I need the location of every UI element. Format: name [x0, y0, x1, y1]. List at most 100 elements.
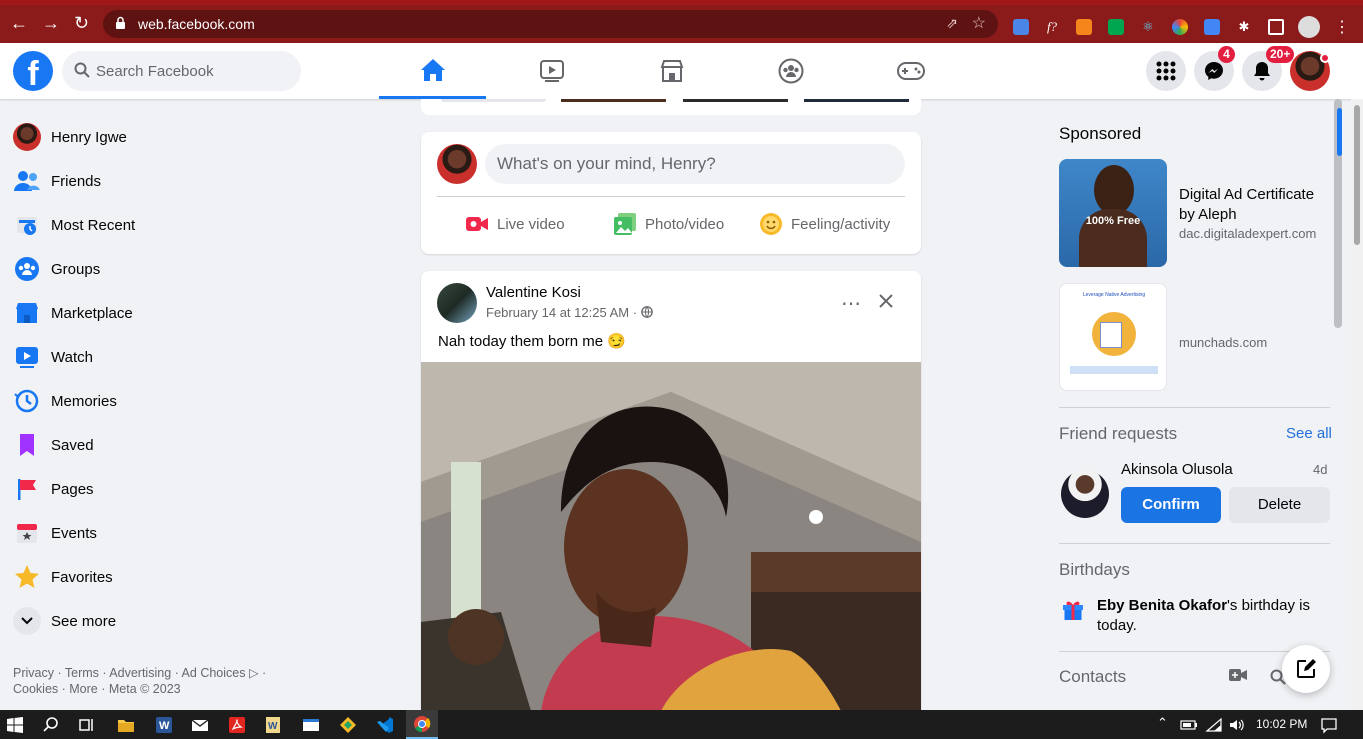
composer-input[interactable]: What's on your mind, Henry?: [485, 144, 905, 184]
task-view-icon[interactable]: [78, 716, 96, 734]
notifications-button[interactable]: 20+: [1242, 46, 1295, 91]
acrobat-icon[interactable]: [228, 716, 246, 734]
post-author-name[interactable]: Valentine Kosi: [486, 284, 581, 301]
extension-blue-icon[interactable]: [1204, 19, 1220, 35]
file-explorer-icon[interactable]: [117, 716, 135, 734]
tab-groups[interactable]: [737, 43, 844, 99]
sidebar-item-marketplace[interactable]: Marketplace: [13, 293, 133, 333]
new-message-button[interactable]: [1282, 645, 1330, 693]
windows-start-icon[interactable]: [6, 716, 24, 734]
vscode-icon[interactable]: [376, 716, 394, 734]
taskbar-search-icon[interactable]: [42, 716, 60, 734]
delete-button[interactable]: Delete: [1229, 487, 1330, 523]
facebook-logo[interactable]: f: [13, 51, 53, 91]
photo-icon: [614, 213, 636, 235]
chrome-taskbar-button[interactable]: [406, 710, 438, 739]
messenger-icon: [1205, 62, 1223, 80]
app-window-icon[interactable]: [302, 716, 320, 734]
side-panel-icon[interactable]: [1268, 19, 1284, 35]
battery-icon[interactable]: [1180, 716, 1198, 734]
extension-metamask-icon[interactable]: [1076, 19, 1092, 35]
tab-marketplace[interactable]: [618, 43, 725, 99]
footer-line[interactable]: Cookies · More · Meta © 2023: [13, 681, 283, 697]
ad-thumbnail[interactable]: Leverage Native Advertising: [1059, 283, 1167, 391]
back-arrow-icon[interactable]: ←: [10, 13, 28, 34]
post-close-icon[interactable]: [878, 293, 894, 309]
extension-color-icon[interactable]: [1172, 19, 1188, 35]
feeling-activity-button[interactable]: Feeling/activity: [759, 210, 890, 238]
tab-gaming[interactable]: [857, 43, 964, 99]
extension-formula-icon[interactable]: f?: [1044, 19, 1060, 35]
post-timestamp[interactable]: February 14 at 12:25 AM ·: [486, 305, 653, 320]
post-more-options-icon[interactable]: ⋯: [841, 291, 862, 316]
tab-watch[interactable]: [498, 43, 605, 99]
ad-domain[interactable]: dac.digitaladexpert.com: [1179, 226, 1316, 241]
create-post-card: What's on your mind, Henry? Live video P…: [421, 132, 921, 254]
birthday-person-name[interactable]: Eby Benita Okafor: [1097, 597, 1227, 614]
ad-thumb-text: Leverage Native Advertising: [1082, 292, 1146, 298]
footer-line[interactable]: Privacy · Terms · Advertising · Ad Choic…: [13, 665, 283, 681]
search-input[interactable]: [96, 51, 296, 91]
extension-docs-icon[interactable]: [1013, 19, 1029, 35]
grid-menu-icon: [1156, 61, 1176, 81]
browser-menu-icon[interactable]: ⋮: [1334, 17, 1350, 37]
composer-avatar[interactable]: [437, 144, 477, 184]
menu-button[interactable]: [1146, 51, 1186, 91]
ad-domain[interactable]: munchads.com: [1179, 335, 1267, 350]
notification-center-icon[interactable]: [1320, 716, 1338, 734]
friend-request-name[interactable]: Akinsola Olusola: [1121, 461, 1233, 478]
chevron-down-icon: [21, 617, 33, 625]
url-text[interactable]: web.facebook.com: [138, 16, 255, 32]
sponsored-heading: Sponsored: [1059, 124, 1142, 143]
sidebar-item-memories[interactable]: Memories: [13, 381, 117, 421]
mail-icon[interactable]: [191, 716, 209, 734]
sidebar-item-events[interactable]: Events: [13, 513, 97, 553]
see-all-link[interactable]: See all: [1286, 425, 1332, 442]
feeling-smile-icon: [760, 213, 782, 235]
groups-icon: [15, 257, 39, 281]
sidebar-item-saved[interactable]: Saved: [13, 425, 94, 465]
photo-video-button[interactable]: Photo/video: [613, 210, 724, 238]
sidebar-item-pages[interactable]: Pages: [13, 469, 94, 509]
new-room-video-icon[interactable]: [1229, 668, 1247, 682]
volume-icon[interactable]: [1228, 716, 1246, 734]
address-bar[interactable]: web.facebook.com ⇗ ☆: [103, 10, 998, 38]
reload-icon[interactable]: ↻: [74, 13, 89, 34]
forward-arrow-icon[interactable]: →: [42, 13, 60, 34]
sidebar-item-watch[interactable]: Watch: [13, 337, 93, 377]
tab-home[interactable]: [379, 43, 486, 99]
wordpad-icon[interactable]: W: [264, 716, 282, 734]
search-box[interactable]: [62, 51, 301, 91]
sidebar-item-groups[interactable]: Groups: [13, 249, 100, 289]
sidebar-item-label: Favorites: [51, 568, 113, 586]
stories-strip[interactable]: [421, 99, 921, 115]
diamond-app-icon[interactable]: [339, 716, 357, 734]
sidebar-item-see-more[interactable]: See more: [13, 601, 116, 641]
bookmark-star-icon[interactable]: ☆: [972, 13, 986, 33]
browser-profile-avatar[interactable]: [1298, 16, 1320, 38]
extensions-puzzle-icon[interactable]: ✱: [1236, 19, 1252, 35]
sidebar-item-most-recent[interactable]: Most Recent: [13, 205, 135, 245]
word-icon[interactable]: W: [155, 716, 173, 734]
sidebar-item-label: See more: [51, 612, 117, 630]
wifi-icon[interactable]: [1205, 716, 1223, 734]
ad-thumbnail[interactable]: 100% Free: [1059, 159, 1167, 267]
friend-request-avatar[interactable]: [1061, 470, 1109, 518]
page-scrollbar[interactable]: [1351, 99, 1363, 710]
extension-meet-icon[interactable]: [1108, 19, 1124, 35]
page-scrollbar-thumb[interactable]: [1354, 105, 1360, 245]
sidebar-item-profile[interactable]: Henry Igwe: [13, 117, 127, 157]
share-icon[interactable]: ⇗: [946, 15, 958, 32]
messenger-button[interactable]: 4: [1194, 46, 1235, 91]
birthday-text[interactable]: Eby Benita Okafor's birthday is today.: [1097, 596, 1327, 636]
taskbar-clock[interactable]: 10:02 PM: [1256, 717, 1307, 731]
extension-react-icon[interactable]: ⚛: [1140, 19, 1156, 35]
sidebar-item-favorites[interactable]: Favorites: [13, 557, 113, 597]
post-photo[interactable]: [421, 362, 921, 711]
confirm-button[interactable]: Confirm: [1121, 487, 1221, 523]
ad-title[interactable]: Digital Ad Certificate by Aleph: [1179, 185, 1329, 225]
tray-chevron-up-icon[interactable]: ⌃: [1157, 715, 1168, 731]
post-author-avatar[interactable]: [437, 283, 477, 323]
sidebar-item-friends[interactable]: Friends: [13, 161, 101, 201]
live-video-button[interactable]: Live video: [465, 210, 565, 238]
